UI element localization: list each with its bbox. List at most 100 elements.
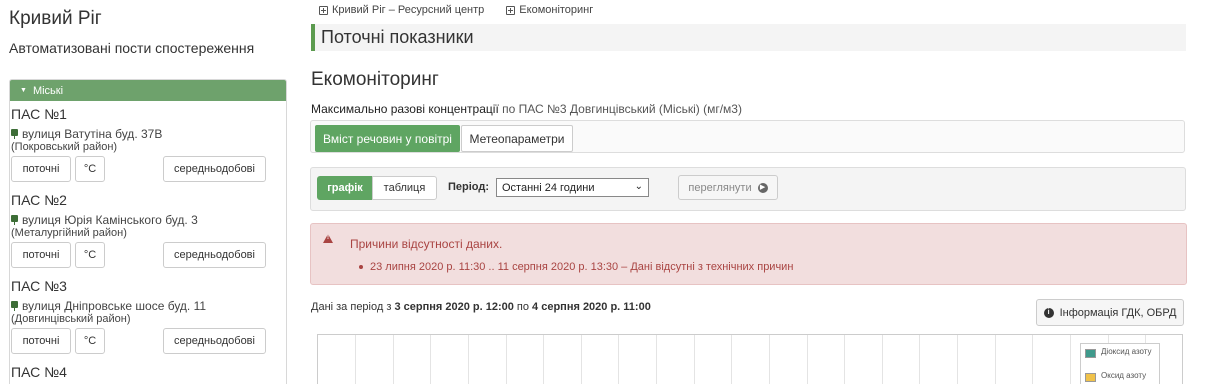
station-name[interactable]: ПАС №3 (11, 278, 267, 294)
period-prefix: Дані за період з (311, 301, 392, 313)
station-district: (Довгинцівський район) (11, 313, 131, 325)
alert-item-text: 23 липня 2020 р. 11:30 .. 11 серпня 2020… (370, 261, 794, 273)
temperature-button[interactable]: °C (75, 156, 105, 182)
arrow-right-circle-icon: ▶ (757, 182, 768, 193)
period-info: Дані за період з 3 серпня 2020 р. 12:00 … (311, 301, 651, 313)
page-title: Екомоніторинг (311, 69, 439, 90)
gridline (769, 335, 770, 384)
station-item: ПАС №3 вулиця Дніпровське шосе буд. 11 (… (11, 278, 267, 354)
station-item: ПАС №2 вулиця Юрія Камінського буд. 3 (М… (11, 192, 267, 268)
plus-square-icon (506, 5, 516, 15)
gridline (995, 335, 996, 384)
bullet-icon (359, 265, 363, 269)
table-toggle[interactable]: таблиця (372, 176, 437, 200)
sidebar-subtitle: Автоматизовані пости спостереження (9, 40, 255, 56)
station-name[interactable]: ПАС №2 (11, 192, 267, 208)
gridline (393, 335, 394, 384)
station-item: ПАС №1 вулиця Ватутіна буд. 37В (Покровс… (11, 106, 267, 182)
view-button[interactable]: переглянути ▶ (678, 175, 778, 200)
chart-legend: Діоксид азоту Оксид азоту (1080, 343, 1160, 384)
station-buttons: поточні °C середньодобові (11, 242, 267, 268)
temperature-button[interactable]: °C (75, 328, 105, 354)
graph-toggle[interactable]: графік (317, 176, 373, 200)
stations-group-header[interactable]: ▼ Міські (10, 80, 286, 101)
gridline (807, 335, 808, 384)
breadcrumb: Кривий Ріг – Ресурсний центр Екомонітори… (319, 4, 593, 16)
gridline (882, 335, 883, 384)
current-button[interactable]: поточні (11, 156, 71, 182)
daily-average-button[interactable]: середньодобові (163, 328, 266, 354)
station-address-text: вулиця Ватутіна буд. 37В (22, 127, 163, 141)
station-name[interactable]: ПАС №1 (11, 106, 267, 122)
tabs: Вміст речовин у повітрі Метеопараметри (310, 120, 1185, 153)
concentration-detail: по ПАС №3 Довгинцівський (Міські) (мг/м3… (502, 102, 742, 116)
gridline (581, 335, 582, 384)
sidebar: Кривий Ріг Автоматизовані пости спостере… (0, 0, 300, 384)
gridline (919, 335, 920, 384)
breadcrumb-item[interactable]: Кривий Ріг – Ресурсний центр (319, 4, 484, 16)
current-button[interactable]: поточні (11, 328, 71, 354)
view-button-label: переглянути (688, 181, 752, 194)
chevron-down-icon: ⌄ (634, 181, 643, 192)
city-title: Кривий Ріг (9, 8, 102, 29)
period-from: 3 серпня 2020 р. 12:00 (394, 301, 514, 313)
breadcrumb-label: Екомоніторинг (519, 4, 594, 16)
period-middle: по (516, 301, 529, 313)
section-title: Поточні показники (311, 24, 1186, 51)
station-buttons: поточні °C середньодобові (11, 328, 267, 354)
tab-air-content[interactable]: Вміст речовин у повітрі (315, 125, 460, 152)
warning-icon (323, 234, 333, 243)
daily-average-button[interactable]: середньодобові (163, 242, 266, 268)
gridline (430, 335, 431, 384)
gridline (506, 335, 507, 384)
legend-swatch (1085, 373, 1096, 382)
station-district: (Металургійний район) (11, 227, 127, 239)
station-address: вулиця Дніпровське шосе буд. 11 (11, 299, 267, 313)
controls-bar: графік таблиця Період: Останні 24 години… (310, 167, 1186, 211)
gridline (731, 335, 732, 384)
gridline (1070, 335, 1071, 384)
gridline (618, 335, 619, 384)
legend-swatch (1085, 349, 1096, 358)
legend-label: Діоксид азоту (1101, 347, 1152, 356)
period-to: 4 серпня 2020 р. 11:00 (532, 301, 651, 313)
info-button-label: Інформація ГДК, ОБРД (1059, 306, 1177, 319)
info-limits-button[interactable]: i Інформація ГДК, ОБРД (1036, 299, 1184, 326)
gridline (844, 335, 845, 384)
station-name[interactable]: ПАС №4 (11, 364, 67, 380)
missing-data-alert: Причини відсутності даних. 23 липня 2020… (310, 223, 1187, 285)
concentration-caption: Максимально разові концентрації по ПАС №… (311, 102, 742, 116)
legend-label: Оксид азоту (1101, 371, 1147, 380)
station-item: ПАС №4 (11, 364, 67, 380)
concentration-label: Максимально разові концентрації (311, 102, 499, 116)
breadcrumb-item[interactable]: Екомоніторинг (506, 4, 593, 16)
info-icon: i (1043, 307, 1054, 318)
temperature-button[interactable]: °C (75, 242, 105, 268)
alert-title: Причини відсутності даних. (350, 237, 503, 251)
period-select[interactable]: Останні 24 години ⌄ (496, 178, 649, 197)
legend-item[interactable]: Діоксид азоту (1085, 347, 1152, 358)
station-address-text: вулиця Дніпровське шосе буд. 11 (22, 299, 207, 313)
tab-meteo[interactable]: Метеопараметри (461, 125, 573, 152)
period-label: Період: (448, 181, 490, 193)
station-address: вулиця Юрія Камінського буд. 3 (11, 213, 267, 227)
current-button[interactable]: поточні (11, 242, 71, 268)
gridline (468, 335, 469, 384)
station-address-text: вулиця Юрія Камінського буд. 3 (22, 213, 198, 227)
alert-item: 23 липня 2020 р. 11:30 .. 11 серпня 2020… (359, 261, 793, 273)
gridline (355, 335, 356, 384)
breadcrumb-label: Кривий Ріг – Ресурсний центр (332, 4, 485, 16)
legend-item[interactable]: Оксид азоту (1085, 371, 1146, 382)
gridline (694, 335, 695, 384)
gridline (656, 335, 657, 384)
gridline (957, 335, 958, 384)
station-buttons: поточні °C середньодобові (11, 156, 267, 182)
daily-average-button[interactable]: середньодобові (163, 156, 266, 182)
map-marker-icon (11, 215, 18, 225)
map-marker-icon (11, 129, 18, 139)
station-address: вулиця Ватутіна буд. 37В (11, 127, 267, 141)
gridline (1032, 335, 1033, 384)
station-district: (Покровський район) (11, 141, 118, 153)
map-marker-icon (11, 301, 18, 311)
group-label: Міські (32, 84, 64, 97)
